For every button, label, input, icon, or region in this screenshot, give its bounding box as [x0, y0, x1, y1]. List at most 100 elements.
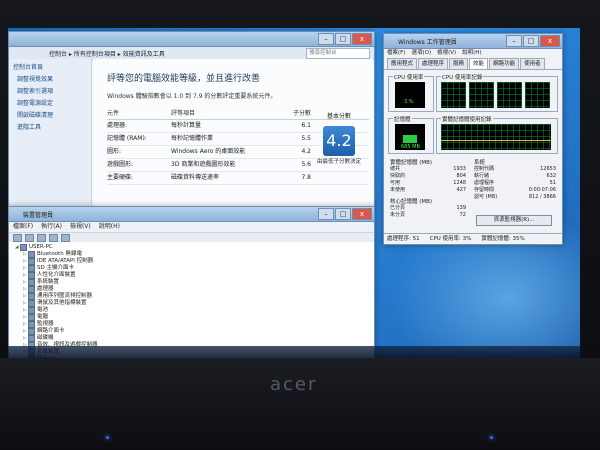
tree-node[interactable]: ▷ 磁碟機: [9, 335, 374, 342]
tree-node-label: 處理器: [37, 286, 54, 292]
menu-view[interactable]: 檢視(V): [437, 49, 456, 58]
search-input[interactable]: 搜尋控制台: [306, 48, 370, 59]
cpu-history-group: CPU 使用率記錄: [436, 73, 558, 112]
cpu-core-graph: [469, 82, 494, 108]
tree-node-label: 通用序列匯流排控制器: [37, 293, 93, 299]
breadcrumb-item[interactable]: 所有控制台項目: [74, 51, 116, 58]
tree-node-label: 監視器: [37, 321, 54, 327]
menu-bar: 檔案(F) 選項(O) 檢視(V) 說明(H): [384, 49, 562, 58]
menu-options[interactable]: 選項(O): [411, 49, 431, 58]
forward-icon[interactable]: [25, 234, 34, 242]
window-title: 裝置管理員: [23, 212, 54, 219]
stat-row: 存留時間 0:00:07:06: [474, 187, 556, 194]
subscore: 6.1: [301, 122, 311, 129]
device-icon: [28, 328, 35, 335]
tree-node[interactable]: ▷ SD 主機介面卡: [9, 265, 374, 272]
tree-node-label: 系統裝置: [37, 279, 60, 285]
performance-info-window: – □ x 控制台 ▸ 所有控制台項目 ▸ 效能資訊及工具 搜尋控制台 控制台首…: [8, 31, 375, 209]
resource-monitor-button[interactable]: 資源監視器(R)...: [476, 215, 552, 226]
window-title: Windows 工作管理員: [398, 39, 457, 46]
sidebar-item-power[interactable]: 調整電源設定: [17, 98, 91, 107]
page-description: Windows 體驗指數會以 1.0 到 7.9 的分數評定重要系統元件。: [107, 93, 277, 100]
system-stats: 系統 控制代碼 12653 執行緒 632 處理程序 51 存留時間 0:00:07:06 認可…: [474, 158, 556, 201]
menu-help[interactable]: 說明(H): [462, 49, 481, 58]
stat-value: 1248: [453, 180, 466, 186]
page-title: 評等您的電腦效能等級，並且進行改善: [107, 74, 261, 84]
close-button[interactable]: x: [352, 33, 372, 45]
tree-node[interactable]: ▷ 監視器: [9, 321, 374, 328]
properties-icon[interactable]: [37, 234, 46, 242]
tree-node[interactable]: ▷ 電腦: [9, 314, 374, 321]
tab-processes[interactable]: 處理程序: [418, 58, 449, 69]
cpu-core-graph: [497, 82, 522, 108]
sidebar-item-disk-cleanup[interactable]: 開啟磁碟清理: [17, 110, 91, 119]
sidebar: 控制台首頁 調整視覺效果 調整索引選項 調整電源設定 開啟磁碟清理 進階工具: [9, 59, 92, 208]
stat-row: 未分頁 72: [390, 212, 466, 219]
menu-view[interactable]: 檢視(V): [70, 222, 91, 232]
tab-applications[interactable]: 應用程式: [387, 58, 418, 69]
section-title: 系統: [474, 160, 486, 166]
stat-value: 51: [549, 180, 556, 186]
tree-node[interactable]: ▷ 通用序列匯流排控制器: [9, 293, 374, 300]
close-button[interactable]: x: [540, 35, 560, 47]
stat-row: 未使用 427: [390, 187, 466, 194]
minimize-button[interactable]: –: [506, 35, 522, 47]
device-manager-titlebar[interactable]: 裝置管理員 – □ x: [9, 207, 374, 222]
subscore: 5.5: [301, 135, 311, 142]
stat-label: 存留時間: [474, 187, 495, 193]
tree-node[interactable]: ▷ 電池: [9, 307, 374, 314]
tree-node[interactable]: ▷ IDE ATA/ATAPI 控制器: [9, 258, 374, 265]
sidebar-item-advanced-tools[interactable]: 進階工具: [17, 122, 91, 131]
laptop-deck: [0, 358, 600, 450]
memory-meter: 685 MB: [395, 124, 425, 150]
breadcrumb-item[interactable]: 控制台: [49, 51, 67, 58]
group-label: CPU 使用率記錄: [441, 73, 484, 81]
maximize-button[interactable]: □: [523, 35, 539, 47]
close-button[interactable]: x: [352, 208, 372, 220]
menu-help[interactable]: 說明(H): [99, 222, 120, 232]
component-name: 主要硬碟:: [107, 174, 134, 181]
menu-file[interactable]: 檔案(F): [387, 49, 405, 58]
performance-info-titlebar[interactable]: – □ x: [9, 32, 374, 47]
tree-node-label: SD 主機介面卡: [37, 265, 74, 271]
menu-file[interactable]: 檔案(F): [13, 222, 33, 232]
scan-icon[interactable]: [61, 234, 70, 242]
stat-row: 執行緒 632: [474, 173, 556, 180]
tree-root[interactable]: ◢ USER-PC: [9, 244, 374, 251]
breadcrumb-item[interactable]: 效能資訊及工具: [123, 51, 165, 58]
tree-node[interactable]: ▷ 滑鼠及其他指標裝置: [9, 300, 374, 307]
tree-node[interactable]: ▷ 人性化介面裝置: [9, 272, 374, 279]
minimize-button[interactable]: –: [318, 33, 334, 45]
tree-node[interactable]: ▷ 網路介面卡: [9, 328, 374, 335]
stat-row: 控制代碼 12653: [474, 166, 556, 173]
tab-networking[interactable]: 網路功能: [489, 58, 520, 69]
maximize-button[interactable]: □: [335, 208, 351, 220]
minimize-button[interactable]: –: [318, 208, 334, 220]
group-label: CPU 使用率: [393, 73, 425, 81]
sidebar-item-indexing[interactable]: 調整索引選項: [17, 86, 91, 95]
device-icon: [28, 258, 35, 265]
memory-group: 記憶體 685 MB: [388, 115, 434, 154]
maximize-button[interactable]: □: [335, 33, 351, 45]
column-header: 子分數: [292, 110, 311, 117]
tab-users[interactable]: 使用者: [520, 58, 545, 69]
status-led: [490, 436, 493, 439]
tree-node[interactable]: ▷ 系統裝置: [9, 279, 374, 286]
sidebar-item-visual-effects[interactable]: 調整視覺效果: [17, 74, 91, 83]
memory-history-group: 實體記憶體使用記錄: [436, 115, 558, 154]
task-manager-titlebar[interactable]: Windows 工作管理員 – □ x: [384, 34, 562, 49]
cpu-core-graph: [525, 82, 550, 108]
help-icon[interactable]: [49, 234, 58, 242]
tab-services[interactable]: 服務: [449, 58, 469, 69]
menu-action[interactable]: 執行(A): [41, 222, 62, 232]
tree-root-label: USER-PC: [29, 244, 53, 250]
memory-history-line: [441, 140, 551, 141]
base-score-header: 基本分數: [326, 113, 351, 120]
breadcrumb[interactable]: 控制台 ▸ 所有控制台項目 ▸ 效能資訊及工具: [49, 49, 165, 58]
sidebar-item-home[interactable]: 控制台首頁: [13, 62, 91, 71]
back-icon[interactable]: [13, 234, 22, 242]
rating-item: 3D 商業和遊戲圖形效能: [171, 161, 236, 168]
tab-performance[interactable]: 效能: [469, 58, 489, 69]
tree-node[interactable]: ▷ 處理器: [9, 286, 374, 293]
tree-node[interactable]: ▷ Bluetooth 無線電: [9, 251, 374, 258]
